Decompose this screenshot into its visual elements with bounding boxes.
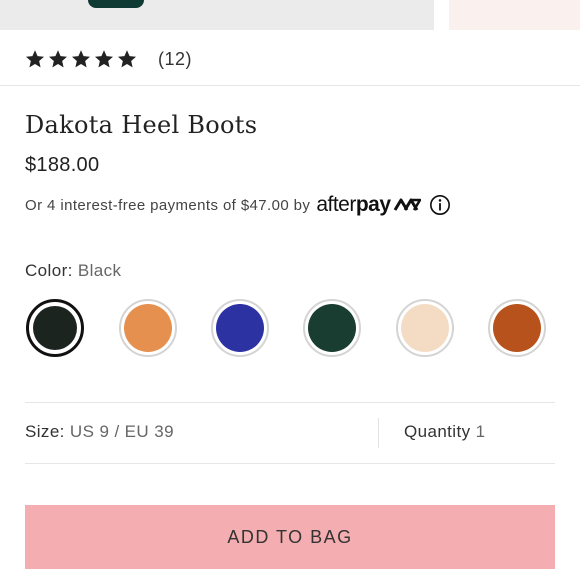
afterpay-mark-icon — [393, 198, 421, 211]
quantity-value: 1 — [475, 422, 486, 441]
rating-row[interactable]: (12) — [25, 44, 192, 74]
color-swatch-green[interactable] — [303, 299, 361, 357]
size-selector[interactable]: Size: US 9 / EU 39 — [25, 422, 174, 442]
vertical-divider — [378, 418, 379, 448]
color-label-key: Color: — [25, 261, 73, 280]
color-swatch-black[interactable] — [26, 299, 84, 357]
product-image-gallery[interactable] — [0, 0, 580, 30]
add-to-bag-button[interactable]: ADD TO BAG — [25, 505, 555, 569]
color-swatch-blue[interactable] — [211, 299, 269, 357]
info-icon[interactable] — [429, 194, 451, 216]
star-icon — [117, 49, 137, 69]
color-swatch-cream[interactable] — [396, 299, 454, 357]
product-title: Dakota Heel Boots — [25, 111, 258, 139]
product-image-main[interactable] — [0, 0, 434, 30]
afterpay-logo-pay: pay — [355, 193, 391, 216]
divider — [0, 85, 580, 86]
color-label: Color: Black — [25, 261, 121, 281]
afterpay-logo-after: after — [316, 193, 356, 216]
swatch-fill — [493, 304, 541, 352]
size-value: US 9 / EU 39 — [69, 422, 174, 441]
star-rating — [25, 49, 137, 69]
star-icon — [25, 49, 45, 69]
star-icon — [94, 49, 114, 69]
review-count[interactable]: (12) — [158, 49, 192, 70]
star-icon — [71, 49, 91, 69]
color-swatches — [0, 299, 580, 361]
swatch-fill — [33, 306, 77, 350]
product-price: $188.00 — [25, 154, 100, 176]
size-label-key: Size: — [25, 422, 65, 441]
color-swatch-rust[interactable] — [488, 299, 546, 357]
size-quantity-row: Size: US 9 / EU 39 Quantity 1 — [0, 402, 580, 464]
swatch-fill — [216, 304, 264, 352]
quantity-label-key: Quantity — [404, 422, 471, 441]
afterpay-logo: after pay — [316, 193, 421, 217]
divider — [25, 463, 555, 464]
swatch-fill — [308, 304, 356, 352]
product-image-boot — [88, 0, 144, 8]
color-selected-value: Black — [77, 261, 122, 280]
star-icon — [48, 49, 68, 69]
afterpay-row: Or 4 interest-free payments of $47.00 by… — [25, 192, 451, 218]
color-swatch-orange[interactable] — [119, 299, 177, 357]
swatch-fill — [401, 304, 449, 352]
quantity-selector[interactable]: Quantity 1 — [404, 422, 486, 442]
product-image-next[interactable] — [449, 0, 580, 30]
afterpay-text: Or 4 interest-free payments of $47.00 by — [25, 196, 311, 214]
swatch-fill — [124, 304, 172, 352]
